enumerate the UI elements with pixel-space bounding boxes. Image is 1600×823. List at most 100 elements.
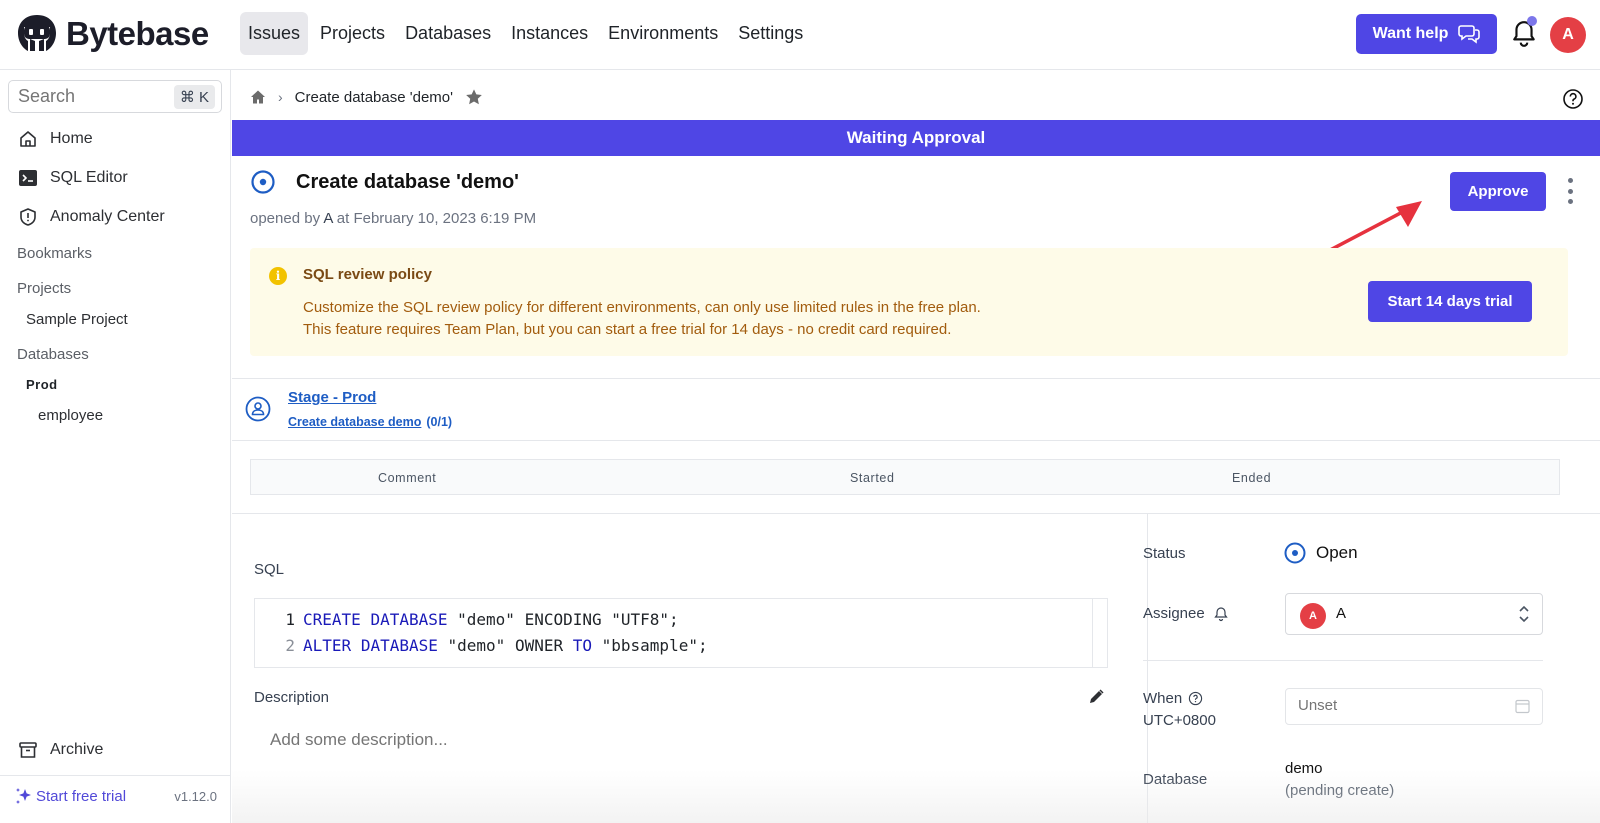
opened-prefix: opened by xyxy=(250,210,321,227)
divider xyxy=(232,378,1600,379)
when-date-picker[interactable] xyxy=(1285,688,1543,725)
assignee-select[interactable]: A A xyxy=(1285,593,1543,635)
nav-issues[interactable]: Issues xyxy=(240,12,309,55)
home-icon[interactable] xyxy=(250,89,266,105)
app-version: v1.12.0 xyxy=(174,789,217,804)
top-navbar: Bytebase Issues Projects Databases Insta… xyxy=(0,0,1600,70)
projects-heading[interactable]: Projects xyxy=(17,280,71,297)
database-state: (pending create) xyxy=(1285,782,1395,799)
code-line: 2 ALTER DATABASE "demo" OWNER TO "bbsampl… xyxy=(275,636,708,655)
search-input[interactable] xyxy=(9,86,159,107)
policy-line-2: This feature requires Team Plan, but you… xyxy=(303,321,952,338)
open-status-icon xyxy=(251,170,275,194)
open-status-icon xyxy=(1284,542,1306,564)
user-avatar[interactable]: A xyxy=(1550,17,1586,53)
policy-description: Customize the SQL review policy for diff… xyxy=(303,297,981,341)
issue-detail: › Create database 'demo' Waiting Approva… xyxy=(232,70,1600,823)
status-label: Status xyxy=(1143,545,1186,562)
sidebar: ⌘ K Home SQL Editor Anomaly Center Bookm… xyxy=(0,70,231,823)
editor-scrollbar[interactable] xyxy=(1092,599,1093,667)
sidebar-item-anomaly-center[interactable]: Anomaly Center xyxy=(18,207,165,227)
nav-settings[interactable]: Settings xyxy=(730,12,811,55)
start-free-trial-link[interactable]: Start free trial xyxy=(14,786,126,806)
task-info: Create database demo (0/1) xyxy=(288,415,452,429)
sql-text: "bbsample"; xyxy=(592,636,708,655)
stage-user-icon xyxy=(245,396,271,422)
chevron-right-icon: › xyxy=(278,89,283,105)
start-trial-button[interactable]: Start 14 days trial xyxy=(1368,281,1532,322)
when-input[interactable] xyxy=(1298,697,1498,714)
environment-group-prod[interactable]: Prod xyxy=(26,377,58,392)
sidebar-project-item[interactable]: Sample Project xyxy=(26,311,128,328)
issue-creator: A xyxy=(323,210,333,227)
line-number: 2 xyxy=(285,636,295,655)
policy-line-1: Customize the SQL review policy for diff… xyxy=(303,299,981,316)
archive-icon xyxy=(19,742,37,758)
shield-icon xyxy=(20,208,36,226)
sparkles-icon xyxy=(16,788,31,804)
sidebar-item-archive[interactable]: Archive xyxy=(18,740,103,760)
sql-keyword: DATABASE xyxy=(360,636,438,655)
sidebar-item-label: Archive xyxy=(50,741,104,758)
bottom-fade xyxy=(232,770,1600,823)
more-options-icon[interactable] xyxy=(1564,178,1576,204)
column-ended: Ended xyxy=(1232,471,1272,485)
start-free-trial-label: Start free trial xyxy=(36,787,127,805)
sql-editor[interactable]: 1 CREATE DATABASE "demo" ENCODING "UTF8";… xyxy=(254,598,1108,668)
approve-button[interactable]: Approve xyxy=(1450,172,1546,211)
issue-title[interactable]: Create database 'demo' xyxy=(296,171,519,194)
description-heading: Description xyxy=(254,689,330,706)
issue-opened-info: opened by A at February 10, 2023 6:19 PM xyxy=(250,210,536,227)
bytebase-logo[interactable]: Bytebase xyxy=(16,13,209,55)
stage-link[interactable]: Stage - Prod xyxy=(288,389,376,406)
divider xyxy=(232,440,1600,441)
nav-databases[interactable]: Databases xyxy=(397,12,499,55)
chat-bubbles-icon xyxy=(1458,25,1481,44)
sidebar-item-label: Anomaly Center xyxy=(50,208,165,225)
search-box[interactable]: ⌘ K xyxy=(8,80,222,113)
help-circle-icon[interactable] xyxy=(1188,691,1203,706)
database-name: demo xyxy=(1285,760,1323,777)
status-banner: Waiting Approval xyxy=(232,120,1600,156)
line-number: 1 xyxy=(285,610,295,629)
want-help-label: Want help xyxy=(1372,25,1449,42)
nav-projects[interactable]: Projects xyxy=(312,12,393,55)
want-help-button[interactable]: Want help xyxy=(1356,14,1497,54)
bookmarks-heading[interactable]: Bookmarks xyxy=(17,245,92,262)
when-label-group: When xyxy=(1143,690,1203,707)
description-input[interactable] xyxy=(270,730,1070,750)
nav-instances[interactable]: Instances xyxy=(503,12,596,55)
assignee-name: A xyxy=(1336,605,1347,622)
task-link[interactable]: Create database demo xyxy=(288,415,421,429)
assignee-label-group: Assignee xyxy=(1143,605,1229,622)
sidebar-item-home[interactable]: Home xyxy=(18,129,93,149)
databases-heading[interactable]: Databases xyxy=(17,346,89,363)
sql-review-policy-callout: i SQL review policy Customize the SQL re… xyxy=(250,248,1568,356)
sql-keyword: CREATE xyxy=(303,610,361,629)
bell-ring-icon[interactable] xyxy=(1213,606,1229,622)
status-value: Open xyxy=(1284,542,1358,564)
sidebar-database-item[interactable]: employee xyxy=(38,407,103,424)
chevron-up-down-icon xyxy=(1519,605,1529,623)
issue-created-at: at February 10, 2023 6:19 PM xyxy=(336,210,537,227)
breadcrumb-current: Create database 'demo' xyxy=(294,88,453,106)
database-label: Database xyxy=(1143,771,1208,788)
when-label: When xyxy=(1143,690,1183,707)
assignee-label: Assignee xyxy=(1143,605,1205,622)
sidebar-item-sql-editor[interactable]: SQL Editor xyxy=(18,168,128,188)
sql-text: "demo" ENCODING "UTF8"; xyxy=(447,610,679,629)
star-icon[interactable] xyxy=(465,88,483,106)
task-progress: (0/1) xyxy=(426,415,453,429)
issue-title-row: Create database 'demo' xyxy=(250,169,519,195)
brand-name: Bytebase xyxy=(66,15,209,52)
bytebase-logo-icon xyxy=(18,15,56,51)
terminal-icon xyxy=(19,170,37,186)
divider xyxy=(232,513,1600,514)
help-circle-icon[interactable] xyxy=(1562,88,1584,110)
nav-environments[interactable]: Environments xyxy=(600,12,726,55)
notification-dot xyxy=(1527,16,1537,26)
sql-keyword: TO xyxy=(572,636,592,655)
pencil-icon[interactable] xyxy=(1087,688,1105,706)
main-nav: Issues Projects Databases Instances Envi… xyxy=(240,12,811,55)
